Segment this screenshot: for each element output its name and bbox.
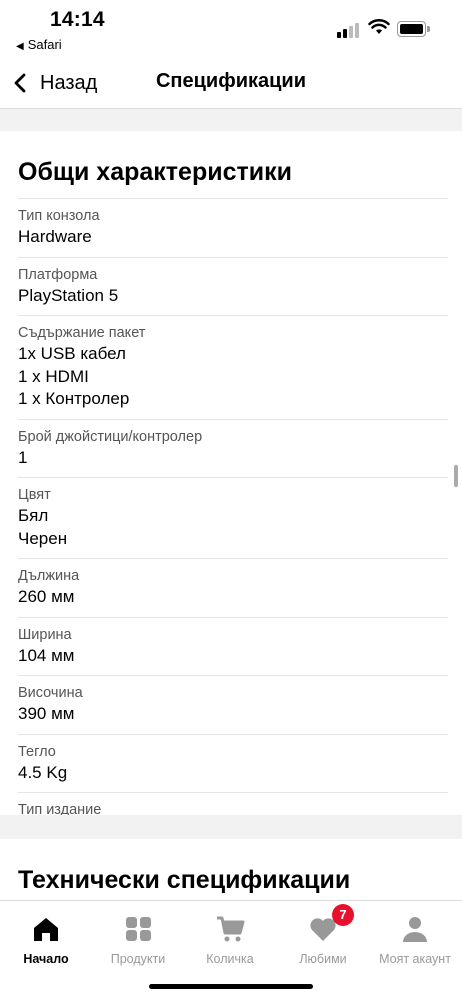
spec-label: Тип конзола xyxy=(18,208,100,224)
spec-label: Цвят xyxy=(18,487,51,503)
spec-row: Платформа PlayStation 5 xyxy=(18,256,448,316)
spec-label: Брой джойстици/контролер xyxy=(18,428,203,445)
spec-row: Цвят Бял Черен xyxy=(18,477,448,558)
navigation-bar: Назад Спецификации xyxy=(0,58,462,109)
spec-row: Тегло 4.5 Kg xyxy=(18,733,448,793)
tab-label: Любими xyxy=(299,952,347,966)
technical-section-title: Технически спецификации xyxy=(18,866,351,894)
spec-row: Съдържание пакет 1x USB кабел 1 x HDMI 1 x … xyxy=(18,315,448,419)
user-icon xyxy=(403,917,427,942)
spec-value: 104 мм xyxy=(18,645,75,665)
spec-value: 1 x Контролер xyxy=(18,389,130,408)
spec-value: 260 мм xyxy=(18,587,75,606)
general-section-title: Общи характеристики xyxy=(18,158,292,186)
spec-value: 1 x HDMI xyxy=(18,366,89,386)
tab-cart[interactable]: Количка xyxy=(184,915,276,966)
page-title: Спецификации xyxy=(155,70,307,92)
spec-label: Платформа xyxy=(18,266,98,283)
grid-icon xyxy=(126,917,151,941)
section-divider xyxy=(0,109,462,131)
tab-label: Продукти xyxy=(110,952,166,966)
battery-icon xyxy=(397,21,430,37)
tab-favorites[interactable]: Любими xyxy=(277,915,369,966)
tab-label: Количка xyxy=(206,952,254,966)
spec-row: Тип конзола Hardware xyxy=(18,198,448,257)
spec-label: Дължина xyxy=(18,568,80,584)
scrollbar[interactable] xyxy=(454,465,458,487)
tab-label: Начало xyxy=(23,952,69,966)
tab-account[interactable]: Моят акаунт xyxy=(369,915,461,966)
spec-value: 4.5 Kg xyxy=(18,762,68,782)
cellular-signal-icon xyxy=(337,20,363,38)
spec-value: 390 мм xyxy=(18,704,75,723)
home-indicator xyxy=(149,984,313,989)
spec-label: Ширина xyxy=(18,626,72,643)
spec-label: Съдържание пакет xyxy=(18,325,146,341)
spec-row: Дължина 260 мм xyxy=(18,558,448,617)
back-app-label: Safari xyxy=(27,37,62,52)
spec-value: Черен xyxy=(18,528,68,548)
back-triangle-icon: ◀ xyxy=(16,41,24,52)
spec-value: PlayStation 5 xyxy=(18,285,119,305)
tab-products[interactable]: Продукти xyxy=(92,915,184,966)
home-icon xyxy=(34,918,58,941)
cart-icon xyxy=(217,916,245,942)
spec-list: Тип конзола Hardware Платформа PlayStation … xyxy=(0,198,462,851)
spec-row: Брой джойстици/контролер 1 xyxy=(18,418,448,478)
tab-label: Моят акаунт xyxy=(379,952,451,966)
status-bar: 14:14 ◀ Safari xyxy=(0,0,462,58)
status-time: 14:14 xyxy=(50,8,105,31)
spec-value: Бял xyxy=(18,506,49,525)
spec-label: Височина xyxy=(18,685,83,701)
section-divider xyxy=(0,815,462,839)
spec-value: Hardware xyxy=(18,227,92,246)
spec-value: 1 xyxy=(18,447,28,467)
back-to-app-link[interactable]: ◀ Safari xyxy=(16,37,62,52)
spec-row: Ширина 104 мм xyxy=(18,616,448,676)
spec-label: Тегло xyxy=(18,743,56,760)
spec-value: 1x USB кабел xyxy=(18,344,126,363)
favorites-badge: 7 xyxy=(332,904,354,926)
spec-row: Височина 390 мм xyxy=(18,675,448,734)
wifi-icon xyxy=(368,19,390,34)
tab-home[interactable]: Начало xyxy=(0,915,92,966)
